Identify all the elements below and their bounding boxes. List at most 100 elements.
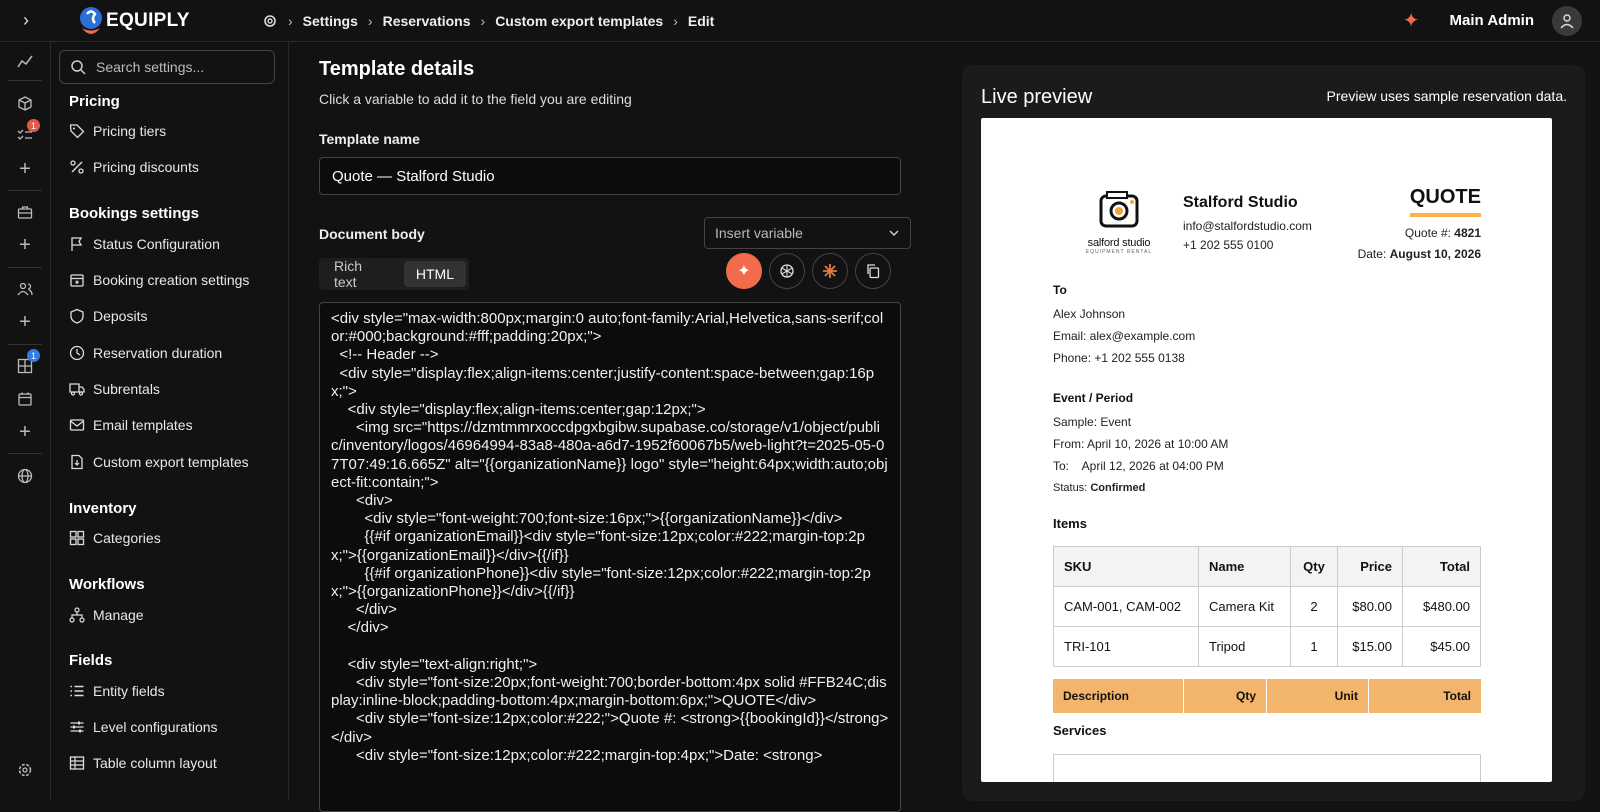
grid-icon (69, 530, 85, 546)
chevron-right-icon: › (673, 12, 678, 29)
avatar[interactable] (1552, 5, 1582, 36)
brand-mark-icon (80, 6, 102, 34)
brand-logo[interactable]: EQUIPLY (78, 6, 218, 36)
event-from: From: April 10, 2026 at 10:00 AM (1053, 437, 1229, 451)
icon-rail: 1 + + + 1 + (0, 42, 51, 801)
search-icon (71, 60, 86, 75)
sidebar-item-label: Pricing discounts (93, 159, 199, 175)
expand-sidebar-button[interactable]: › (0, 10, 52, 31)
openai-button[interactable] (769, 253, 805, 289)
sidebar-item-label: Table column layout (93, 755, 217, 771)
live-preview-panel: Live preview Preview uses sample reserva… (962, 65, 1585, 801)
event-to: To: April 12, 2026 at 04:00 PM (1053, 459, 1224, 473)
breadcrumb-settings[interactable]: Settings (303, 13, 358, 29)
org-name: Stalford Studio (1183, 194, 1298, 211)
section-title-fields: Fields (69, 652, 113, 669)
search-input[interactable] (96, 59, 256, 75)
settings-sidebar: Pricing Pricing tiers Pricing discounts … (51, 42, 289, 801)
breadcrumb: › Settings › Reservations › Custom expor… (262, 13, 714, 29)
settings-gear-icon[interactable] (262, 13, 278, 29)
sidebar-item-email-templates[interactable]: Email templates (69, 417, 193, 433)
ai-generate-button[interactable]: ✦ (726, 253, 762, 289)
template-name-label: Template name (319, 131, 420, 147)
sidebar-item-categories[interactable]: Categories (69, 530, 161, 546)
section-title-pricing: Pricing (69, 93, 120, 110)
users-icon[interactable] (12, 278, 38, 300)
quote-date-label: Date: (1357, 247, 1387, 261)
percent-icon (70, 160, 84, 174)
ai-sparkle-icon[interactable]: ✦ (1403, 8, 1420, 33)
sidebar-item-deposits[interactable]: Deposits (69, 308, 147, 324)
quote-date-value: August 10, 2026 (1389, 247, 1481, 261)
tasks-badge: 1 (27, 119, 40, 132)
sidebar-item-status-configuration[interactable]: Status Configuration (69, 236, 220, 252)
sidebar-item-label: Categories (93, 530, 161, 546)
rail-divider (8, 453, 42, 454)
status-label: Status: (1053, 482, 1088, 494)
sidebar-item-custom-export-templates[interactable]: Custom export templates (69, 454, 249, 470)
add-icon[interactable]: + (12, 311, 38, 333)
cell: TRI-101 (1053, 626, 1199, 667)
breadcrumb-custom-export-templates[interactable]: Custom export templates (495, 13, 663, 29)
analytics-icon[interactable] (12, 50, 38, 72)
breadcrumb-reservations[interactable]: Reservations (383, 13, 471, 29)
workflow-icon (69, 607, 85, 623)
user-name[interactable]: Main Admin (1450, 12, 1534, 29)
sidebar-item-level-configurations[interactable]: Level configurations (69, 719, 218, 735)
add-icon[interactable]: + (12, 234, 38, 256)
truck-icon (69, 383, 85, 396)
tab-html[interactable]: HTML (403, 261, 466, 287)
col-unit: Unit (1267, 679, 1369, 713)
col-qty: Qty (1290, 546, 1338, 587)
sidebar-item-label: Entity fields (93, 683, 165, 699)
add-icon[interactable]: + (12, 158, 38, 180)
cell: 2 (1290, 586, 1338, 627)
cell: $80.00 (1337, 586, 1403, 627)
col-qty: Qty (1184, 679, 1267, 713)
preview-document: salford studio EQUIPMENT RENTAL Stalford… (981, 118, 1552, 782)
html-code-editor[interactable]: <div style="max-width:800px;margin:0 aut… (319, 302, 901, 812)
sidebar-item-reservation-duration[interactable]: Reservation duration (69, 345, 222, 361)
sidebar-item-table-column-layout[interactable]: Table column layout (69, 755, 217, 771)
add-icon[interactable]: + (12, 421, 38, 443)
rail-divider (8, 344, 42, 345)
sidebar-item-booking-creation-settings[interactable]: Booking creation settings (69, 272, 249, 288)
copy-button[interactable] (855, 253, 891, 289)
tasks-icon[interactable]: 1 (12, 119, 40, 147)
sidebar-item-subrentals[interactable]: Subrentals (69, 381, 160, 397)
section-title-workflows: Workflows (69, 576, 145, 593)
sidebar-item-entity-fields[interactable]: Entity fields (69, 683, 165, 699)
col-name: Name (1198, 546, 1291, 587)
sidebar-item-label: Booking creation settings (93, 272, 250, 288)
insert-variable-select[interactable]: Insert variable (704, 217, 911, 249)
logo-tagline: EQUIPMENT RENTAL (1085, 249, 1153, 255)
sidebar-item-pricing-discounts[interactable]: Pricing discounts (69, 159, 199, 175)
globe-icon[interactable] (12, 465, 38, 487)
settings-gear-icon[interactable] (12, 759, 38, 781)
sidebar-item-pricing-tiers[interactable]: Pricing tiers (69, 123, 166, 139)
table-header-row: SKU Name Qty Price Total (1053, 546, 1481, 587)
insert-variable-placeholder: Insert variable (715, 225, 803, 241)
calendar-icon[interactable] (12, 388, 38, 410)
flag-icon (71, 237, 83, 251)
claude-button[interactable] (812, 253, 848, 289)
services-table-header: Description Qty Unit Total (1053, 679, 1481, 713)
cell: Camera Kit (1198, 586, 1291, 627)
briefcase-icon[interactable] (12, 201, 38, 223)
layout-icon[interactable]: 1 (12, 349, 40, 377)
chevron-right-icon: › (480, 12, 486, 29)
quote-number-label: Quote #: (1404, 226, 1451, 240)
cell: $45.00 (1402, 626, 1481, 667)
top-bar: › EQUIPLY › Settings › Reservations › Cu… (0, 0, 1600, 42)
sidebar-item-label: Manage (93, 607, 144, 623)
box-icon[interactable] (12, 92, 38, 114)
sidebar-item-label: Status Configuration (93, 236, 220, 252)
template-name-input[interactable]: Quote — Stalford Studio (319, 157, 901, 195)
cell: $15.00 (1337, 626, 1403, 667)
tab-rich-text[interactable]: Rich text (322, 258, 400, 290)
sidebar-item-manage[interactable]: Manage (69, 607, 144, 623)
mail-icon (69, 419, 85, 431)
search-box[interactable] (59, 50, 275, 84)
brand-name: EQUIPLY (106, 9, 190, 31)
cell: Tripod (1198, 626, 1291, 667)
